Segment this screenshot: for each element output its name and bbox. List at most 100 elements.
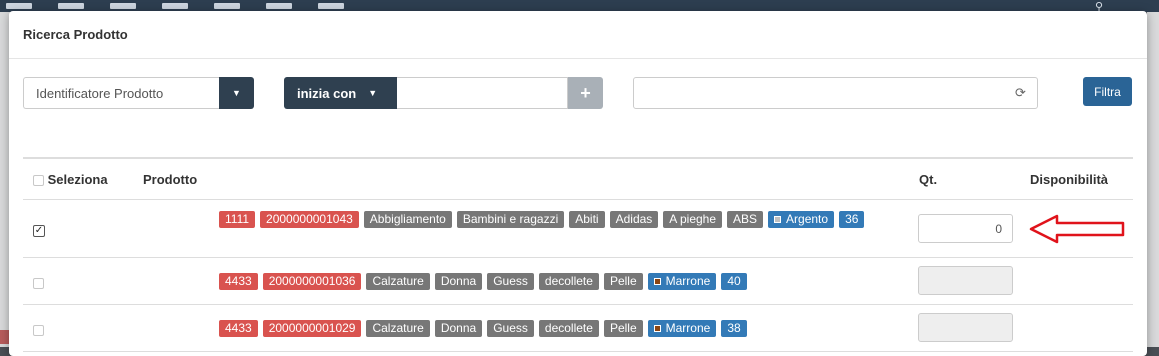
row-checkbox[interactable]: ✓ bbox=[33, 221, 45, 237]
product-tag-label: 2000000001036 bbox=[268, 274, 356, 288]
caret-down-icon: ▼ bbox=[368, 88, 378, 98]
row-checkbox[interactable] bbox=[33, 275, 44, 290]
product-tag: 2000000001043 bbox=[260, 211, 359, 228]
product-tag: Calzature bbox=[366, 273, 430, 290]
search-text-input[interactable] bbox=[397, 77, 568, 109]
product-tag-label: Pelle bbox=[609, 274, 637, 288]
product-tag: 4433 bbox=[219, 273, 258, 290]
product-tag-label: Pelle bbox=[609, 321, 637, 335]
product-tags: 4433 2000000001029 Calzature Donna Guess deco… bbox=[219, 320, 889, 337]
table-row[interactable]: 4433 2000000001029 Calzature Donna Guess deco… bbox=[23, 305, 1133, 352]
product-tag: Guess bbox=[487, 320, 534, 337]
product-tag-label: 36 bbox=[845, 212, 859, 226]
product-tag-label: Guess bbox=[493, 321, 528, 335]
product-tag-label: Argento bbox=[786, 212, 829, 226]
product-tags: 4433 2000000001036 Calzature Donna Guess deco… bbox=[219, 273, 889, 290]
product-tag-label: 40 bbox=[727, 274, 741, 288]
product-tag: Donna bbox=[434, 273, 483, 290]
product-tag: 2000000001036 bbox=[262, 273, 362, 290]
color-swatch-icon bbox=[653, 325, 661, 333]
product-tag-label: Abiti bbox=[575, 212, 599, 226]
product-tag: Marrone bbox=[647, 273, 717, 290]
table-header: Seleziona Prodotto Qt. Disponibilità bbox=[23, 157, 1133, 200]
product-tag: 36 bbox=[839, 211, 865, 228]
product-tag: Abiti bbox=[569, 211, 605, 228]
modal-title: Ricerca Prodotto bbox=[9, 11, 1147, 59]
product-tag: Pelle bbox=[603, 320, 643, 337]
header-qty: Qt. bbox=[919, 172, 938, 187]
product-tag-label: Marrone bbox=[665, 274, 711, 288]
product-tag-label: Donna bbox=[440, 321, 477, 335]
filter-bar: Identificatore Prodotto ▼ inizia con ▼ +… bbox=[9, 59, 1147, 159]
product-tag-label: decollete bbox=[544, 321, 593, 335]
field-select-value: Identificatore Prodotto bbox=[36, 85, 164, 101]
checkbox-icon bbox=[33, 325, 44, 337]
background-right-panel bbox=[1147, 12, 1159, 347]
product-tag: A pieghe bbox=[663, 211, 723, 228]
product-tag-label: ABS bbox=[733, 212, 758, 226]
field-select-toggle[interactable]: ▼ bbox=[219, 77, 254, 109]
product-tag: Guess bbox=[487, 273, 534, 290]
product-tag: 40 bbox=[721, 273, 747, 290]
products-table: Seleziona Prodotto Qt. Disponibilità ✓ 1… bbox=[23, 157, 1133, 352]
product-tag-label: Guess bbox=[493, 274, 528, 288]
qty-input-disabled bbox=[918, 313, 1013, 342]
product-tag-label: 4433 bbox=[225, 274, 252, 288]
match-mode-label: inizia con bbox=[297, 85, 357, 101]
header-select: Seleziona bbox=[47, 172, 108, 187]
product-tag-label: Abbigliamento bbox=[369, 212, 446, 226]
product-tag-label: 1111 bbox=[225, 212, 250, 226]
product-tag: Donna bbox=[434, 320, 483, 337]
product-tag-label: A pieghe bbox=[669, 212, 717, 226]
product-tag-label: 4433 bbox=[225, 321, 252, 335]
product-tag: decollete bbox=[538, 273, 599, 290]
table-row[interactable]: ✓ 1111 2000000001043 Abbigliamento Bambini … bbox=[23, 200, 1133, 258]
plus-icon: + bbox=[580, 82, 591, 103]
product-tag: ABS bbox=[727, 211, 764, 228]
product-tag: Pelle bbox=[603, 273, 643, 290]
product-tag: Abbigliamento bbox=[363, 211, 452, 228]
product-tag: 4433 bbox=[219, 320, 258, 337]
match-mode-dropdown[interactable]: inizia con ▼ bbox=[284, 77, 397, 109]
checkbox-icon bbox=[33, 278, 44, 290]
select-all-header: Seleziona bbox=[33, 172, 108, 187]
header-availability: Disponibilità bbox=[1030, 172, 1108, 187]
product-tag-label: Calzature bbox=[372, 321, 424, 335]
product-tag-label: decollete bbox=[544, 274, 593, 288]
product-tag-label: Donna bbox=[440, 274, 477, 288]
header-product: Prodotto bbox=[143, 172, 198, 187]
filter-button[interactable]: Filtra bbox=[1083, 77, 1132, 106]
qty-input-disabled bbox=[918, 266, 1013, 295]
product-tag: decollete bbox=[538, 320, 599, 337]
qty-input[interactable] bbox=[918, 214, 1013, 243]
product-tag-label: 2000000001029 bbox=[268, 321, 356, 335]
background-menu bbox=[0, 3, 344, 9]
filters-summary-input[interactable]: ⟳ bbox=[633, 77, 1038, 109]
product-tag: Bambini e ragazzi bbox=[456, 211, 565, 228]
select-all-checkbox[interactable] bbox=[33, 175, 44, 187]
product-tag: Calzature bbox=[366, 320, 430, 337]
refresh-icon[interactable]: ⟳ bbox=[1015, 86, 1029, 100]
product-tag-label: Adidas bbox=[615, 212, 653, 226]
product-tag: 38 bbox=[721, 320, 747, 337]
product-tag: 2000000001029 bbox=[262, 320, 362, 337]
checkbox-checked-icon: ✓ bbox=[33, 225, 45, 237]
field-select[interactable]: Identificatore Prodotto bbox=[23, 77, 219, 109]
row-checkbox[interactable] bbox=[33, 322, 44, 337]
product-tag: Argento bbox=[768, 211, 835, 228]
product-tags: 1111 2000000001043 Abbigliamento Bambini e … bbox=[219, 211, 889, 228]
product-tag: Marrone bbox=[647, 320, 717, 337]
caret-down-icon: ▼ bbox=[232, 88, 241, 98]
product-tag: Adidas bbox=[609, 211, 659, 228]
red-arrow-annotation bbox=[1029, 214, 1125, 244]
table-row[interactable]: 4433 2000000001036 Calzature Donna Guess deco… bbox=[23, 258, 1133, 305]
product-tag-label: 38 bbox=[727, 321, 741, 335]
product-tag-label: Marrone bbox=[665, 321, 711, 335]
product-search-modal: Ricerca Prodotto Identificatore Prodotto… bbox=[9, 11, 1147, 356]
color-swatch-icon bbox=[774, 216, 782, 224]
color-swatch-icon bbox=[653, 278, 661, 286]
product-tag-label: 2000000001043 bbox=[266, 212, 353, 226]
add-filter-button[interactable]: + bbox=[568, 77, 603, 109]
product-tag-label: Calzature bbox=[372, 274, 424, 288]
product-tag-label: Bambini e ragazzi bbox=[462, 212, 559, 226]
